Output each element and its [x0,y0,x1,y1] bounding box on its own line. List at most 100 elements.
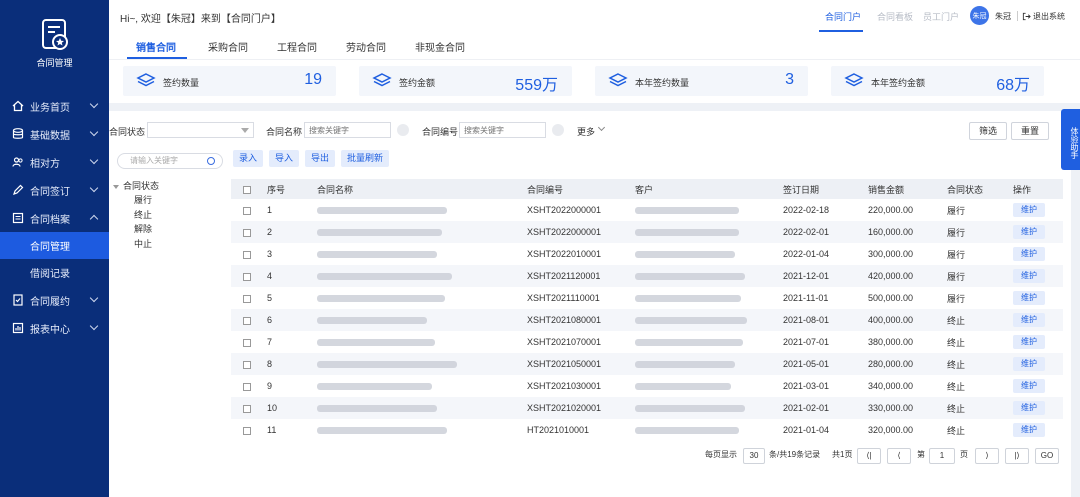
more-filters-button[interactable]: 更多 [577,125,595,138]
sidebar-item-report-center[interactable]: 报表中心 [0,314,109,342]
row-checkbox-cell[interactable] [231,397,263,419]
row-checkbox[interactable] [243,206,251,215]
row-checkbox[interactable] [243,382,251,391]
contract-name-input[interactable] [304,122,391,138]
cell-op: 维护 [1009,331,1063,353]
row-checkbox-cell[interactable] [231,287,263,309]
tree-search-input[interactable]: 请输入关键字 [117,153,223,169]
sidebar-item-base-data[interactable]: 基础数据 [0,120,109,148]
tab-purchase[interactable]: 采购合同 [208,39,248,54]
sidebar-item-contract-archive[interactable]: 合同档案 [0,204,109,232]
tab-noncash[interactable]: 非现金合同 [415,39,465,54]
row-checkbox-cell[interactable] [231,265,263,287]
nav-contract-board[interactable]: 合同看板 [877,10,913,23]
last-page-button[interactable]: |⟩ [1005,448,1029,464]
table-row[interactable]: 6 XSHT2021080001 2021-08-01 400,000.00 终止 维护 [231,309,1063,331]
cell-customer [631,331,779,353]
table-row[interactable]: 4 XSHT2021120001 2021-12-01 420,000.00 履行 维护 [231,265,1063,287]
sidebar-item-contract-management[interactable]: 合同管理 [0,232,109,259]
export-button[interactable]: 导出 [305,150,335,167]
import-button[interactable]: 导入 [269,150,299,167]
table-row[interactable]: 7 XSHT2021070001 2021-07-01 380,000.00 终止 维护 [231,331,1063,353]
sidebar-item-home[interactable]: 业务首页 [0,92,109,120]
tab-sales[interactable]: 销售合同 [136,39,176,54]
nav-employee-portal[interactable]: 员工门户 [923,10,959,23]
maintain-button[interactable]: 维护 [1013,379,1045,393]
row-checkbox[interactable] [243,360,251,369]
tab-labor[interactable]: 劳动合同 [346,39,386,54]
table-row[interactable]: 5 XSHT2021110001 2021-11-01 500,000.00 履行 维护 [231,287,1063,309]
tree-root[interactable]: 合同状态 [113,179,159,192]
go-button[interactable]: GO [1035,448,1059,464]
row-checkbox-cell[interactable] [231,375,263,397]
row-checkbox[interactable] [243,250,251,259]
table-row[interactable]: 10 XSHT2021020001 2021-02-01 330,000.00 终止 维护 [231,397,1063,419]
sidebar-item-borrow-records[interactable]: 借阅记录 [0,259,109,286]
cell-customer [631,309,779,331]
reset-button[interactable]: 重置 [1011,122,1049,140]
tree-node-suspended[interactable]: 中止 [134,237,152,250]
row-checkbox-cell[interactable] [231,243,263,265]
prev-page-button[interactable]: ⟨ [887,448,911,464]
logout-button[interactable]: 退出系统 [1022,11,1065,22]
tree-node-cancelled[interactable]: 解除 [134,222,152,235]
tree-node-terminated[interactable]: 终止 [134,208,152,221]
row-checkbox[interactable] [243,294,251,303]
table-row[interactable]: 3 XSHT2022010001 2022-01-04 300,000.00 履行 维护 [231,243,1063,265]
table-row[interactable]: 8 XSHT2021050001 2021-05-01 280,000.00 终止 维护 [231,353,1063,375]
maintain-button[interactable]: 维护 [1013,423,1045,437]
maintain-button[interactable]: 维护 [1013,225,1045,239]
redacted-text [317,339,435,347]
entry-button[interactable]: 录入 [233,150,263,167]
avatar[interactable]: 朱冠 [970,6,989,25]
contract-code-input[interactable] [459,122,546,138]
first-page-button[interactable]: ⟨| [857,448,881,464]
maintain-button[interactable]: 维护 [1013,313,1045,327]
cell-date: 2021-03-01 [783,381,830,391]
row-checkbox[interactable] [243,316,251,325]
select-all-checkbox-cell[interactable] [231,179,263,199]
maintain-button[interactable]: 维护 [1013,247,1045,261]
row-checkbox-cell[interactable] [231,199,263,221]
sidebar-item-contract-sign[interactable]: 合同签订 [0,176,109,204]
row-checkbox[interactable] [243,404,251,413]
stat-card-year-count: 本年签约数量 3 [595,66,808,96]
assistant-widget[interactable]: 体验助手 [1061,109,1080,170]
table-row[interactable]: 11 HT2021010001 2021-01-04 320,000.00 终止 维护 [231,419,1063,441]
nav-contract-portal[interactable]: 合同门户 [825,10,861,23]
row-checkbox-cell[interactable] [231,309,263,331]
maintain-button[interactable]: 维护 [1013,335,1045,349]
row-checkbox-cell[interactable] [231,221,263,243]
tree-node-performing[interactable]: 履行 [134,193,152,206]
row-checkbox[interactable] [243,272,251,281]
row-checkbox-cell[interactable] [231,353,263,375]
search-toggle-icon[interactable] [397,124,409,136]
maintain-button[interactable]: 维护 [1013,269,1045,283]
table-row[interactable]: 9 XSHT2021030001 2021-03-01 340,000.00 终止 维护 [231,375,1063,397]
next-page-button[interactable]: ⟩ [975,448,999,464]
row-checkbox-cell[interactable] [231,419,263,441]
maintain-button[interactable]: 维护 [1013,401,1045,415]
app-logo: 合同管理 [0,18,109,69]
maintain-button[interactable]: 维护 [1013,357,1045,371]
row-checkbox[interactable] [243,426,251,435]
table-row[interactable]: 1 XSHT2022000001 2022-02-18 220,000.00 履行 维护 [231,199,1063,221]
row-checkbox[interactable] [243,228,251,237]
row-checkbox[interactable] [243,338,251,347]
redacted-text [317,317,427,325]
per-page-select[interactable]: 30 [743,448,765,464]
row-checkbox-cell[interactable] [231,331,263,353]
batch-refresh-button[interactable]: 批量刷新 [341,150,389,167]
sidebar-item-counterparty[interactable]: 相对方 [0,148,109,176]
tab-engineering[interactable]: 工程合同 [277,39,317,54]
cell-amount: 280,000.00 [864,353,943,375]
maintain-button[interactable]: 维护 [1013,291,1045,305]
table-row[interactable]: 2 XSHT2022000001 2022-02-01 160,000.00 履行 维护 [231,221,1063,243]
filter-button[interactable]: 筛选 [969,122,1007,140]
status-select[interactable] [147,122,254,138]
select-all-checkbox[interactable] [243,185,251,194]
sidebar-item-contract-performance[interactable]: 合同履约 [0,286,109,314]
search-toggle-icon[interactable] [552,124,564,136]
page-input[interactable]: 1 [929,448,955,464]
maintain-button[interactable]: 维护 [1013,203,1045,217]
